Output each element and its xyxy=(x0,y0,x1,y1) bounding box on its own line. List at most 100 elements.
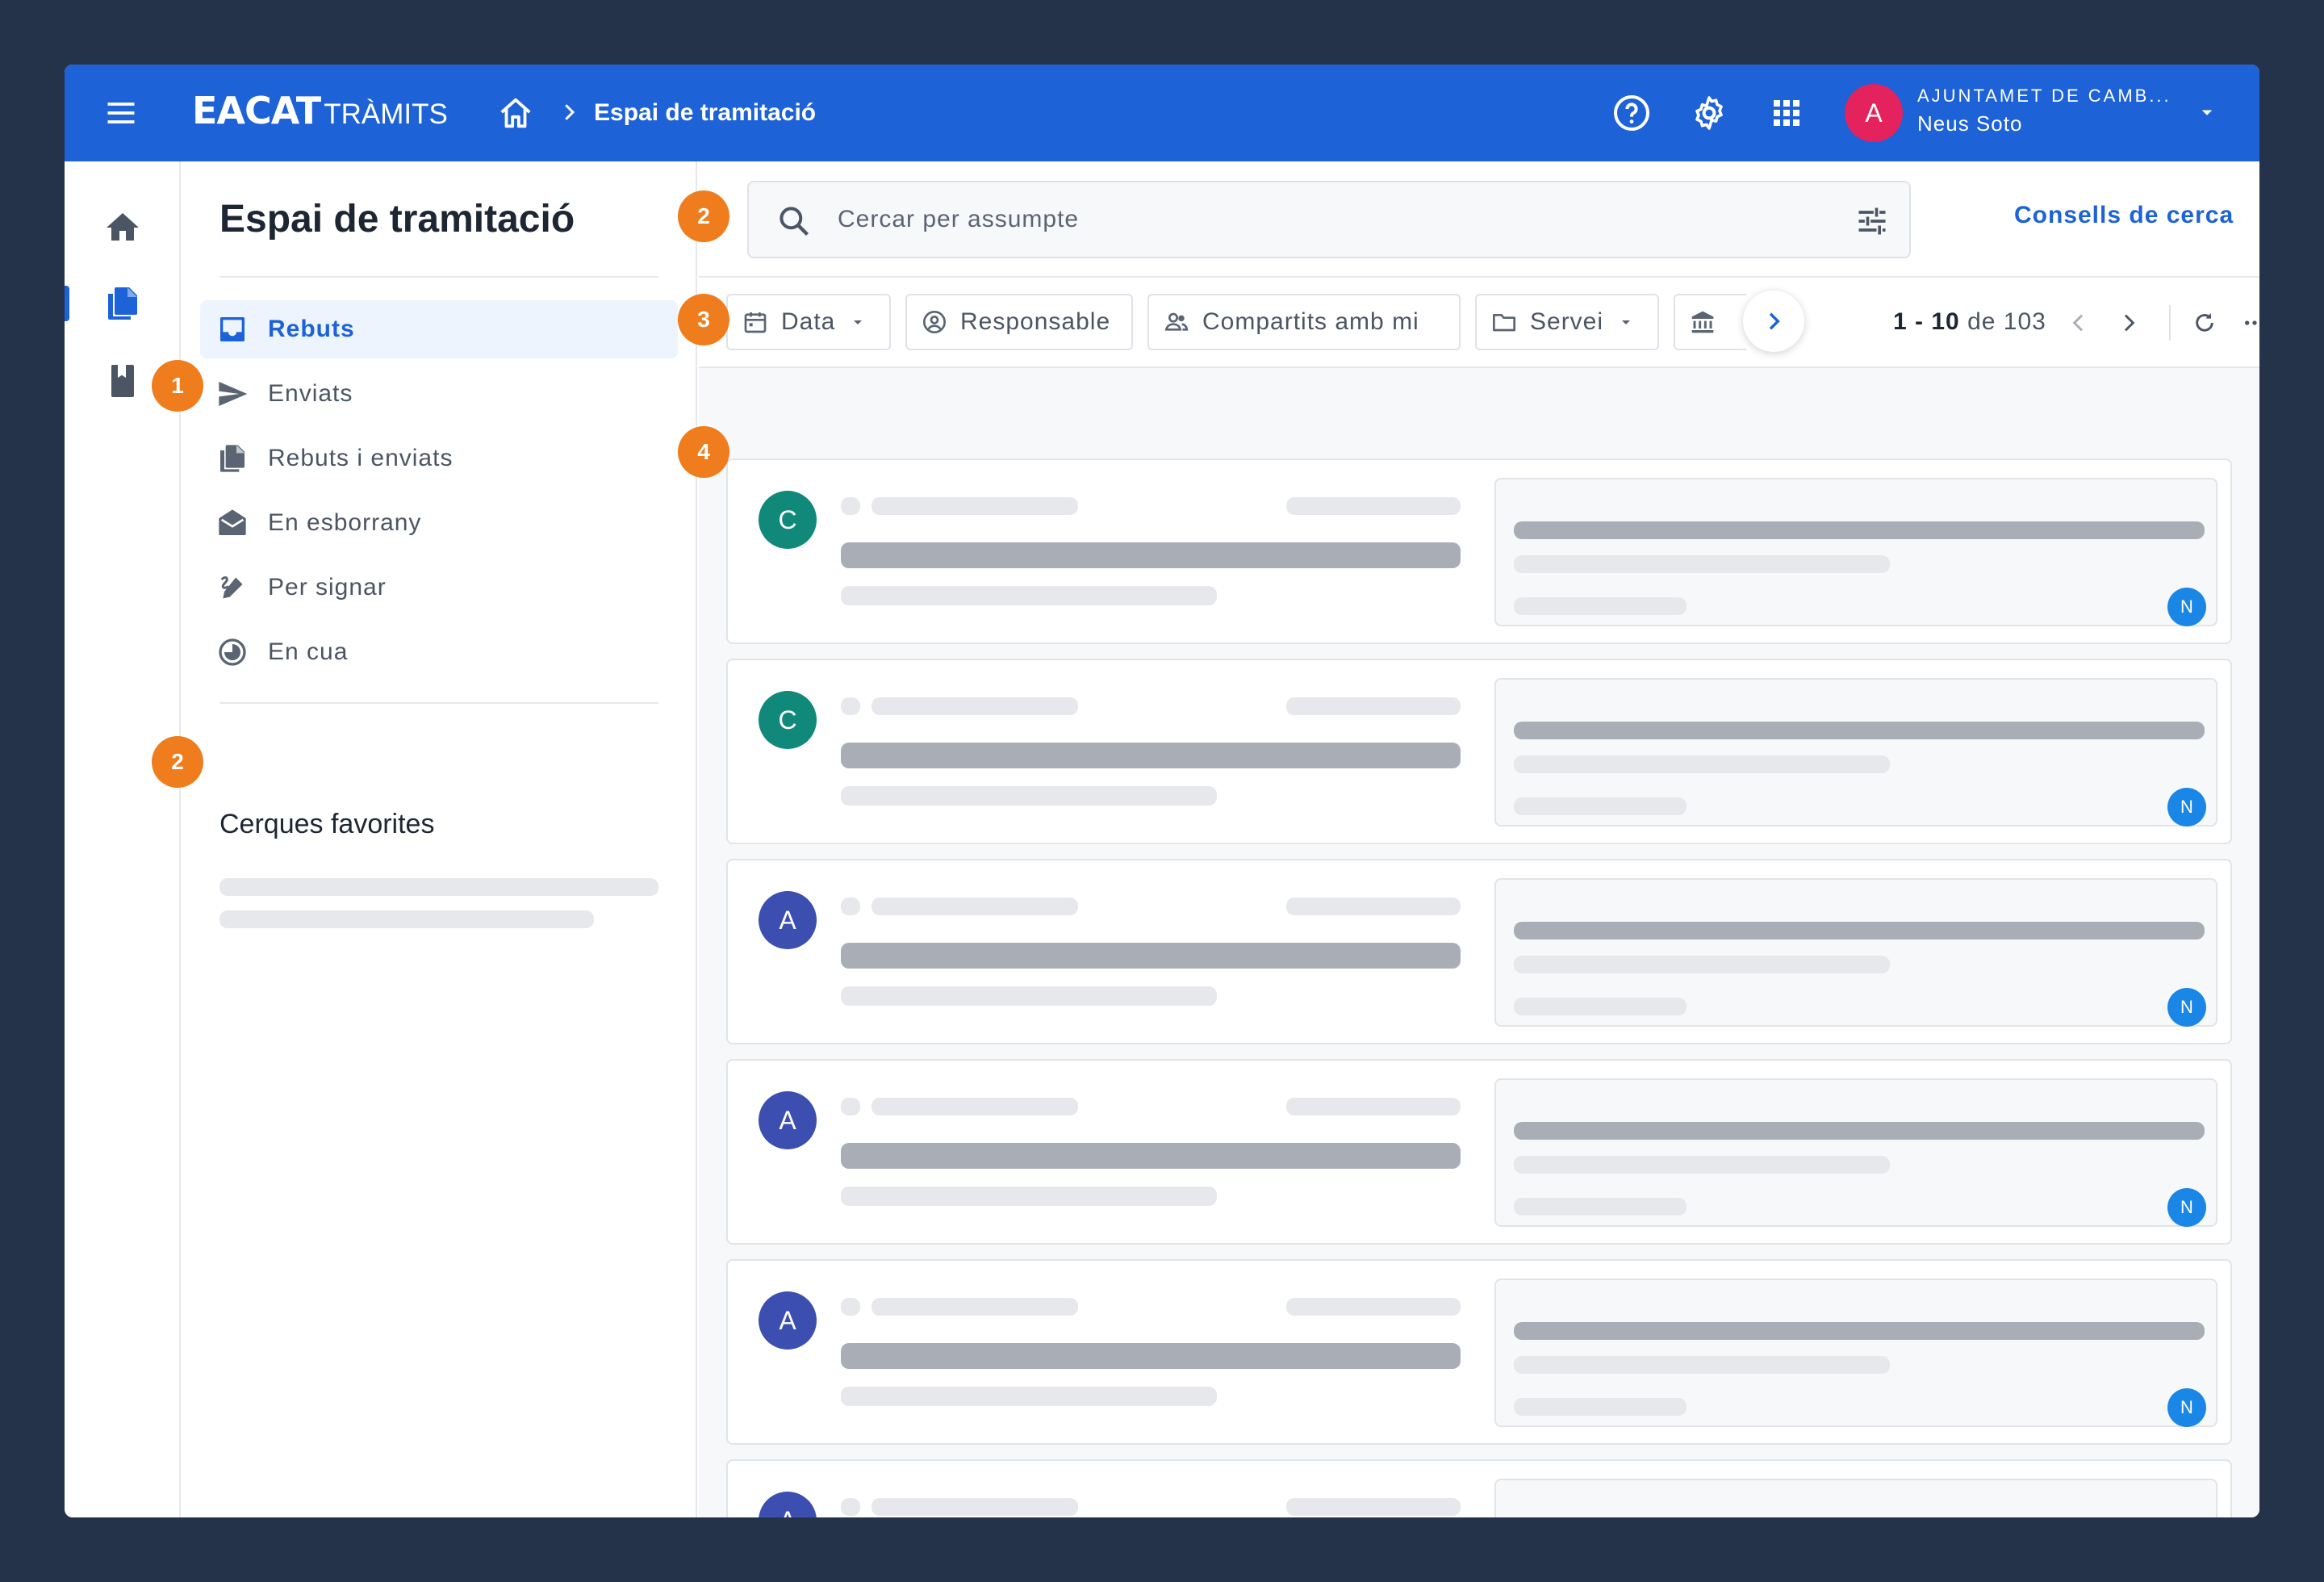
skeleton-line xyxy=(1514,1156,1890,1174)
nav-item-label: En esborrany xyxy=(268,509,422,536)
nav-item-per-signar[interactable]: Per signar xyxy=(200,559,678,617)
filter-sliders-icon[interactable] xyxy=(1854,203,1890,239)
list-item-card[interactable]: A N xyxy=(726,1059,2232,1245)
rail-home-icon[interactable] xyxy=(103,208,142,247)
annotation-marker-3: 3 xyxy=(678,294,729,345)
card-badge: N xyxy=(2167,988,2206,1027)
list-item-card[interactable]: A N xyxy=(726,1459,2232,1517)
skeleton-line xyxy=(1286,1098,1461,1115)
skeleton-line xyxy=(872,1498,1078,1516)
user-avatar[interactable]: A xyxy=(1845,84,1903,142)
skeleton-line xyxy=(872,1298,1078,1316)
skeleton-line xyxy=(1514,1122,2205,1140)
search-area: Consells de cerca xyxy=(699,161,2259,278)
card-detail-box: N xyxy=(1494,1279,2217,1427)
caret-down-icon xyxy=(1622,320,1631,324)
people-icon xyxy=(1164,312,1189,331)
divider xyxy=(219,702,658,704)
skeleton-line xyxy=(1514,998,1687,1015)
skeleton-line xyxy=(1514,521,2205,539)
calendar-icon xyxy=(744,312,767,333)
skeleton-line xyxy=(872,697,1078,715)
skeleton-line xyxy=(841,786,1217,806)
skeleton-line xyxy=(1514,922,2205,940)
filter-chip-responsable[interactable]: Responsable xyxy=(905,294,1133,350)
favorite-searches-title: Cerques favorites xyxy=(219,809,435,839)
nav-item-rebuts-i-enviats[interactable]: Rebuts i enviats xyxy=(200,429,678,488)
filter-chip-organism[interactable] xyxy=(1674,294,1746,350)
pagination-total: 103 xyxy=(2003,308,2046,335)
card-detail-box: N xyxy=(1494,1078,2217,1227)
main-content: Consells de cerca Data Responsable Compa… xyxy=(699,161,2259,1517)
search-input[interactable] xyxy=(838,199,1806,241)
skeleton-line xyxy=(1514,1398,1687,1416)
settings-gear-icon[interactable] xyxy=(1690,94,1728,132)
skeleton-line xyxy=(1286,1298,1461,1316)
signature-icon xyxy=(220,576,243,599)
card-badge: N xyxy=(2167,788,2206,827)
previous-page-icon[interactable] xyxy=(2066,310,2092,336)
menu-icon[interactable] xyxy=(103,95,139,131)
rail-book-icon[interactable] xyxy=(103,362,142,400)
skeleton-line xyxy=(841,1143,1461,1169)
list-item-card[interactable]: C N xyxy=(726,458,2232,644)
filter-chip-compartits[interactable]: Compartits amb mi xyxy=(1147,294,1461,350)
skeleton-line xyxy=(1514,1322,2205,1340)
card-detail-box: N xyxy=(1494,1479,2217,1517)
files-icon xyxy=(220,445,245,472)
caret-down-icon[interactable] xyxy=(2195,100,2219,124)
list-item-card[interactable]: A N xyxy=(726,1259,2232,1445)
nav-item-label: En cua xyxy=(268,638,349,665)
side-panel-title: Espai de tramitació xyxy=(219,198,575,241)
draft-mail-icon xyxy=(219,509,246,535)
skeleton-line xyxy=(1514,1356,1890,1374)
chip-label: Data xyxy=(781,308,836,335)
card-avatar: A xyxy=(759,1291,817,1350)
card-detail-box: N xyxy=(1494,678,2217,827)
inbox-icon xyxy=(220,317,245,341)
refresh-icon[interactable] xyxy=(2192,310,2217,336)
skeleton-line xyxy=(872,898,1078,915)
card-avatar: C xyxy=(759,691,817,749)
filter-chip-servei[interactable]: Servei xyxy=(1475,294,1659,350)
skeleton-line xyxy=(1286,1498,1461,1516)
app-logo[interactable]: EACAT TRÀMITS xyxy=(192,89,448,137)
filter-chip-data[interactable]: Data xyxy=(726,294,891,350)
skeleton-line xyxy=(1286,697,1461,715)
filter-bar: Data Responsable Compartits amb mi Serve… xyxy=(699,278,2259,368)
account-circle-icon xyxy=(923,311,946,333)
annotation-marker-2: 2 xyxy=(678,190,729,242)
caret-down-icon xyxy=(854,320,863,324)
divider xyxy=(219,276,658,278)
nav-item-rebuts[interactable]: Rebuts xyxy=(200,300,678,358)
skeleton-line xyxy=(872,497,1078,515)
search-box[interactable] xyxy=(747,181,1911,258)
institution-icon xyxy=(1691,311,1714,333)
card-detail-box: N xyxy=(1494,878,2217,1027)
apps-grid-icon[interactable] xyxy=(1767,94,1806,132)
skeleton-checkbox xyxy=(841,1098,860,1115)
home-icon[interactable] xyxy=(497,95,534,132)
skeleton-line xyxy=(841,542,1461,568)
list-item-card[interactable]: C N xyxy=(726,659,2232,844)
divider xyxy=(2169,305,2171,341)
nav-item-en-cua[interactable]: En cua xyxy=(200,623,678,681)
search-tips-link[interactable]: Consells de cerca xyxy=(2014,202,2234,229)
list-item-card[interactable]: A N xyxy=(726,859,2232,1044)
skeleton-line xyxy=(841,1343,1461,1369)
nav-item-en-esborrany[interactable]: En esborrany xyxy=(200,494,678,552)
nav-item-label: Rebuts xyxy=(268,316,355,342)
user-organization[interactable]: AJUNTAMET DE CAMB... xyxy=(1917,86,2171,107)
send-icon xyxy=(219,382,248,406)
more-options-icon[interactable] xyxy=(2242,310,2259,336)
nav-item-label: Rebuts i enviats xyxy=(268,445,454,471)
filters-scroll-right-button[interactable] xyxy=(1743,291,1804,352)
skeleton-line xyxy=(1514,1198,1687,1216)
next-page-icon[interactable] xyxy=(2116,310,2142,336)
nav-item-enviats[interactable]: Enviats xyxy=(200,365,678,423)
top-bar: EACAT TRÀMITS Espai de tramitació A AJUN… xyxy=(65,65,2259,161)
rail-documents-icon[interactable] xyxy=(103,284,142,323)
user-name[interactable]: Neus Soto xyxy=(1917,111,2022,136)
skeleton-line xyxy=(1514,722,2205,739)
help-icon[interactable] xyxy=(1612,94,1651,132)
